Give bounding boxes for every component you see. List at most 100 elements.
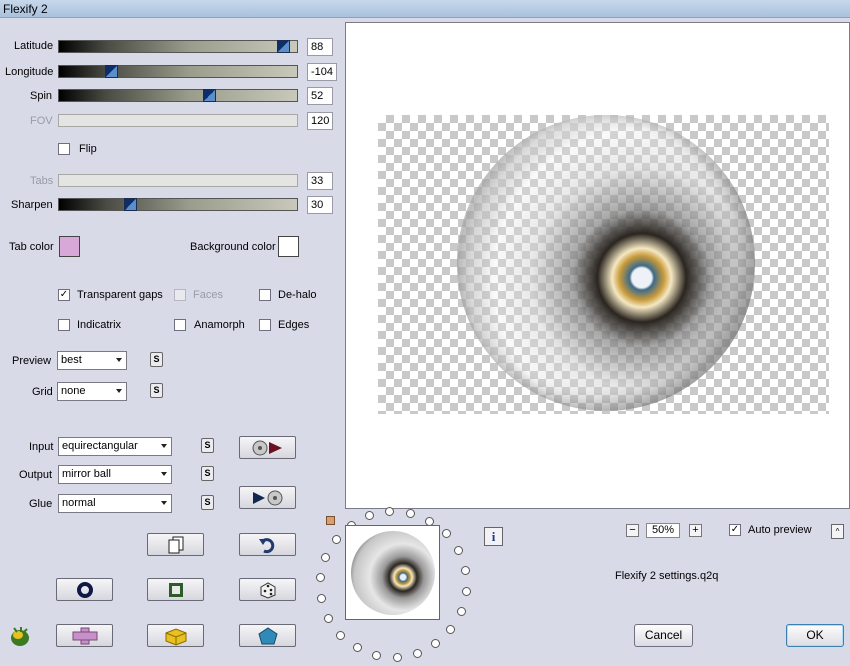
import-button[interactable] (239, 436, 296, 459)
navigator-handle[interactable] (326, 516, 335, 525)
chevron-down-icon (116, 358, 122, 362)
navigator-ring-dot[interactable] (453, 546, 463, 556)
navigator-ring-dot[interactable] (413, 648, 423, 658)
disc-right-arrow-icon (252, 440, 282, 455)
anamorph-checkbox[interactable] (174, 319, 186, 331)
navigator-ring-dot[interactable] (406, 509, 416, 519)
navigator-ring-dot[interactable] (371, 650, 381, 660)
plugin-logo-icon (11, 627, 29, 646)
longitude-slider-thumb[interactable] (105, 65, 119, 78)
de-halo-label: De-halo (278, 289, 317, 301)
glue-select[interactable]: normal (58, 494, 172, 513)
cross-button[interactable] (56, 624, 113, 647)
input-s-button[interactable]: S (201, 438, 214, 453)
glue-s-button[interactable]: S (201, 495, 214, 510)
navigator-ring-dot[interactable] (385, 507, 395, 517)
export-button[interactable] (239, 486, 296, 509)
plugin-logo[interactable] (8, 624, 32, 651)
mirror-ball-preview-image (457, 115, 755, 411)
background-color-swatch[interactable] (278, 236, 299, 257)
sharpen-value[interactable]: 30 (307, 196, 333, 214)
navigator-ring-dot[interactable] (392, 652, 402, 662)
ring-button[interactable] (56, 578, 113, 601)
random-button[interactable] (239, 578, 296, 601)
grid-s-button[interactable]: S (150, 383, 163, 398)
tabs-label: Tabs (30, 175, 54, 187)
fov-value: 120 (307, 112, 333, 130)
navigator-ring-dot[interactable] (352, 643, 362, 653)
ok-button[interactable]: OK (786, 624, 844, 647)
tab-color-swatch[interactable] (59, 236, 80, 257)
pentagon-icon (257, 626, 278, 644)
cube-button[interactable] (147, 624, 204, 647)
longitude-label: Longitude (5, 66, 54, 78)
cross-shape-icon (72, 627, 97, 644)
chevron-down-icon (161, 472, 167, 476)
latitude-value[interactable]: 88 (307, 38, 333, 56)
fov-label: FOV (30, 115, 53, 127)
expand-button[interactable]: ^ (831, 524, 844, 539)
navigator-ring-dot[interactable] (456, 606, 466, 616)
preview-pane[interactable] (345, 22, 850, 509)
navigator-ring-dot[interactable] (441, 529, 451, 539)
navigator-ring-dot[interactable] (431, 639, 441, 649)
auto-preview-label: Auto preview (748, 524, 812, 536)
spin-slider-thumb[interactable] (202, 89, 216, 102)
cube-icon (165, 627, 186, 646)
frame-icon (168, 582, 183, 597)
sharpen-slider[interactable] (58, 198, 298, 211)
navigator-ring-dot[interactable] (460, 566, 470, 575)
pentagon-button[interactable] (239, 624, 296, 647)
preview-label: Preview (12, 355, 52, 367)
input-select[interactable]: equirectangular (58, 437, 172, 456)
frame-button[interactable] (147, 578, 204, 601)
preview-s-button[interactable]: S (150, 352, 163, 367)
zoom-out-button[interactable]: − (626, 524, 639, 537)
chevron-down-icon (116, 389, 122, 393)
faces-checkbox (174, 289, 186, 301)
longitude-value[interactable]: -104 (307, 63, 337, 81)
latitude-slider-thumb[interactable] (276, 40, 290, 53)
longitude-slider[interactable] (58, 65, 298, 78)
right-arrow-disc-icon (252, 490, 282, 505)
zoom-in-button[interactable]: + (689, 524, 702, 537)
tabs-slider (58, 174, 298, 187)
navigator-ring-dot[interactable] (316, 573, 326, 583)
title-bar: Flexify 2 (0, 0, 850, 18)
sharpen-slider-thumb[interactable] (124, 198, 138, 211)
navigator-ring-dot[interactable] (321, 553, 331, 563)
grid-select[interactable]: none (57, 382, 127, 401)
glue-select-value: normal (62, 497, 96, 509)
preview-select[interactable]: best (57, 351, 127, 370)
output-select[interactable]: mirror ball (58, 465, 172, 484)
window-title: Flexify 2 (3, 2, 48, 16)
sharpen-label: Sharpen (11, 199, 53, 211)
output-select-value: mirror ball (62, 468, 111, 480)
latitude-slider[interactable] (58, 40, 298, 53)
auto-preview-checkbox[interactable]: ✓ (729, 524, 741, 536)
navigator-ring-dot[interactable] (364, 511, 374, 521)
copy-button[interactable] (147, 533, 204, 556)
de-halo-checkbox[interactable] (259, 289, 271, 301)
indicatrix-checkbox[interactable] (58, 319, 70, 331)
settings-filename: Flexify 2 settings.q2q (615, 570, 719, 582)
spin-slider[interactable] (58, 89, 298, 102)
navigator-ring-dot[interactable] (324, 613, 334, 623)
info-button[interactable]: i (484, 527, 503, 546)
edges-label: Edges (278, 319, 310, 331)
navigator-ring-dot[interactable] (446, 624, 456, 634)
navigator-ring-dot[interactable] (331, 535, 341, 544)
tabs-value: 33 (307, 172, 333, 190)
cancel-button[interactable]: Cancel (634, 624, 693, 647)
undo-button[interactable] (239, 533, 296, 556)
edges-checkbox[interactable] (259, 319, 271, 331)
navigator-thumbnail[interactable] (345, 525, 440, 620)
flip-checkbox[interactable] (58, 143, 70, 155)
navigator-ring-dot[interactable] (336, 630, 346, 640)
latitude-label: Latitude (14, 40, 54, 52)
spin-value[interactable]: 52 (307, 87, 333, 105)
navigator-ring-dot[interactable] (317, 593, 327, 603)
navigator-ring-dot[interactable] (461, 586, 471, 596)
output-s-button[interactable]: S (201, 466, 214, 481)
transparent-gaps-checkbox[interactable]: ✓ (58, 289, 70, 301)
